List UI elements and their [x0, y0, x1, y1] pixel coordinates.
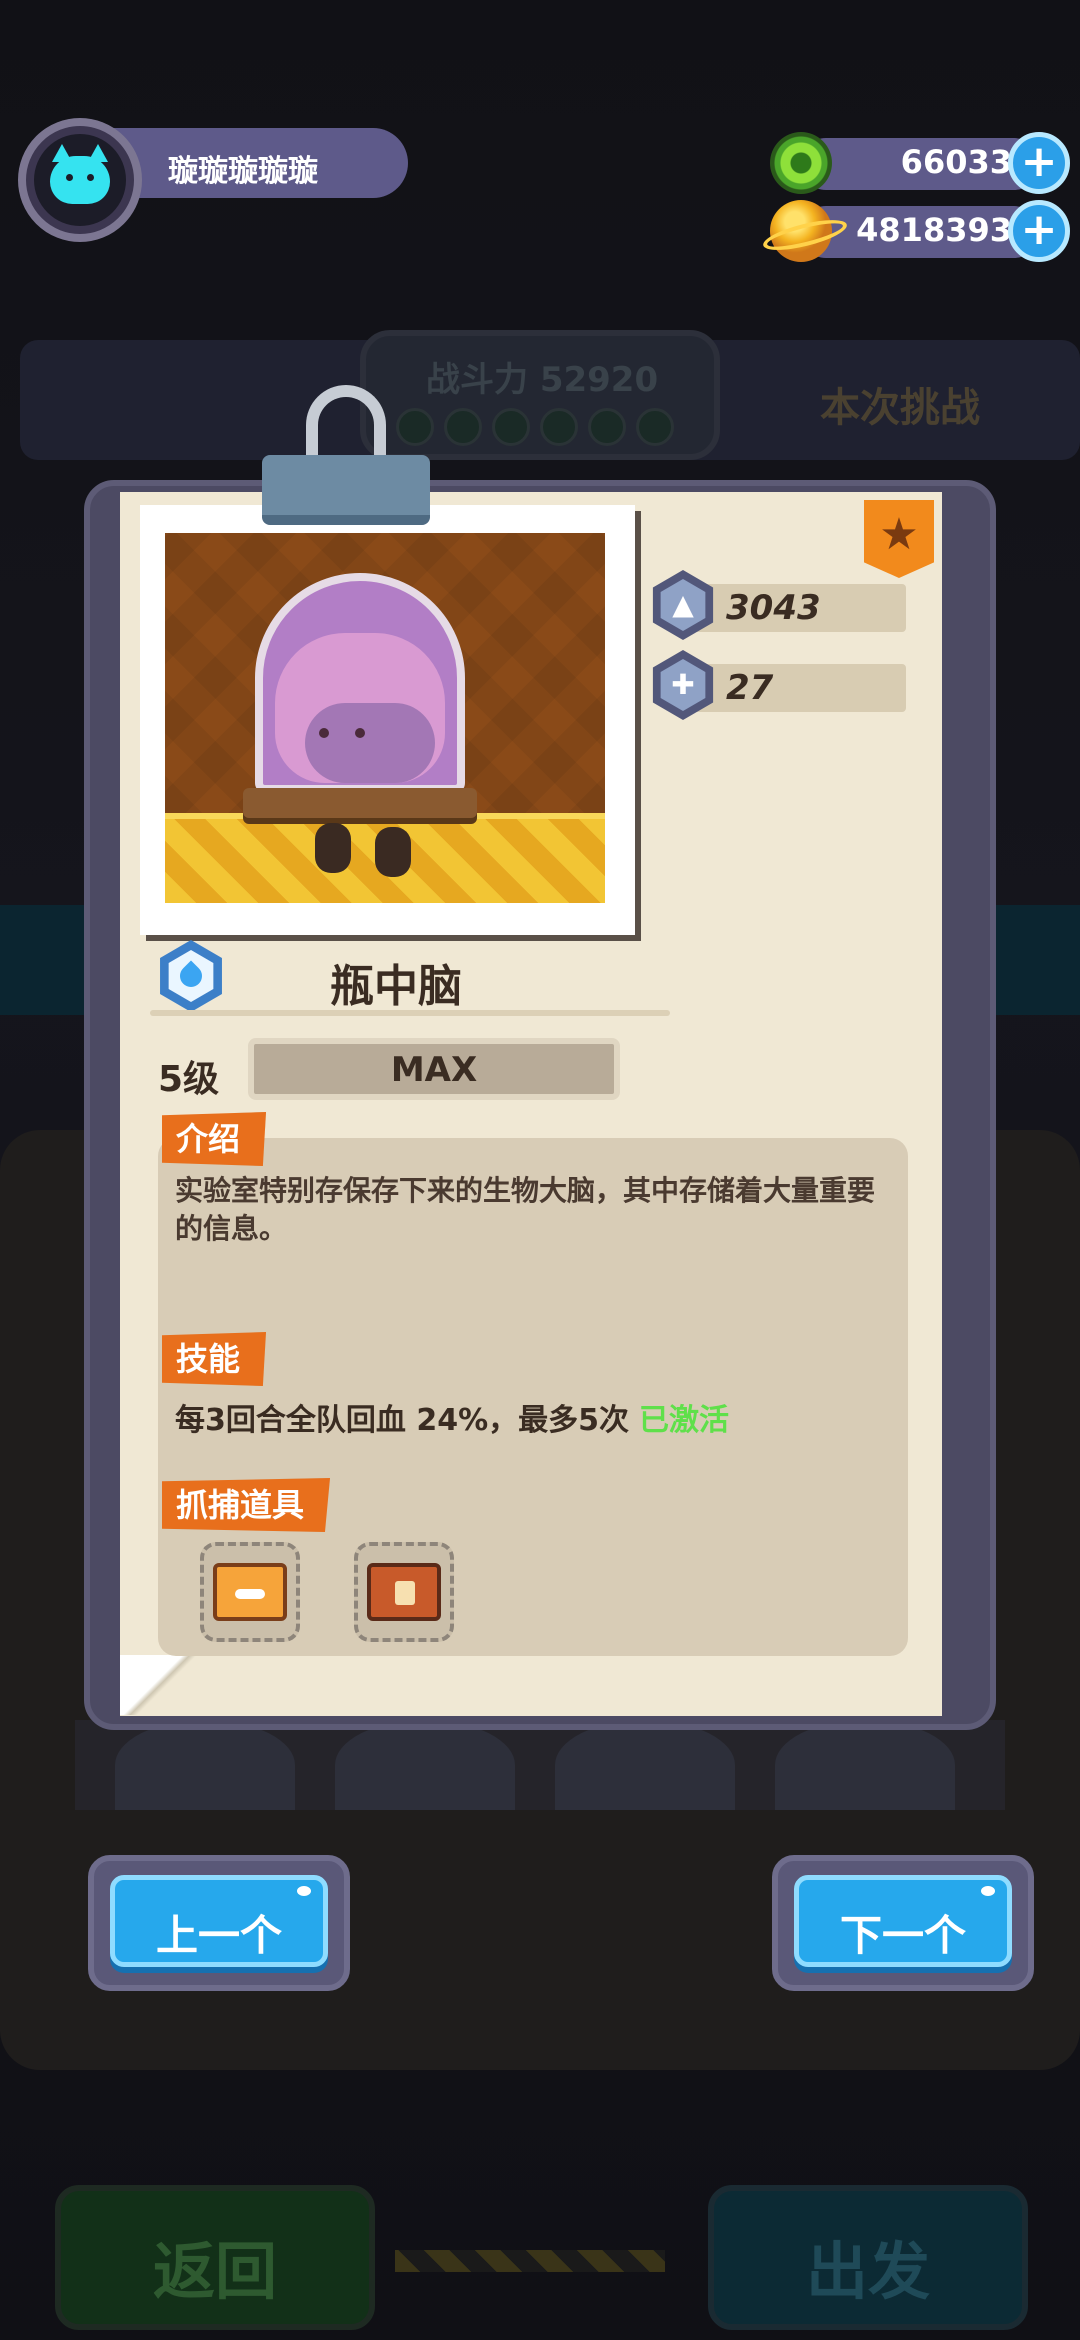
add-gear-button[interactable]: +: [1008, 132, 1070, 194]
cat-avatar-icon: [50, 144, 110, 204]
monster-strip: [75, 1720, 1005, 1810]
level-progress-bar: MAX: [248, 1038, 620, 1100]
planet-currency: 4818393 +: [770, 200, 1070, 262]
level-label: 5级: [158, 1059, 220, 1100]
red-crate-icon: [367, 1563, 441, 1621]
gear-currency: 66033 +: [770, 132, 1070, 194]
hazard-stripe: [395, 2250, 665, 2272]
skill-status: 已激活: [639, 1403, 729, 1438]
jar-base: [243, 788, 477, 818]
gear-currency-value: 66033: [900, 143, 1012, 181]
player-name: 璇璇璇璇璇: [168, 154, 318, 189]
defense-stat: ✚ 27: [648, 650, 906, 720]
intro-text: 实验室特别存保存下来的生物大脑，其中存储着大量重要的信息。: [175, 1174, 876, 1245]
capture-item-slot[interactable]: [200, 1542, 300, 1642]
capture-tag: 抓捕道具: [162, 1478, 331, 1532]
team-slots: [396, 408, 674, 446]
monster-name: 瓶中脑: [330, 961, 462, 1012]
challenge-label: 本次挑战: [820, 385, 980, 431]
next-button-label: 下一个: [839, 1911, 966, 1960]
monster-photo: [140, 505, 635, 935]
skill-description: 每3回合全队回血 24%，最多5次 已激活: [175, 1395, 729, 1439]
intro-tag: 介绍: [162, 1112, 267, 1166]
previous-button[interactable]: 上一个: [88, 1855, 350, 1991]
favorite-star-icon[interactable]: ★: [864, 500, 934, 578]
previous-button-label: 上一个: [155, 1911, 282, 1960]
binder-clip-icon: [262, 385, 430, 535]
planet-currency-value: 4818393: [856, 211, 1012, 249]
planet-coin-icon: [770, 200, 832, 262]
player-profile[interactable]: 璇璇璇璇璇: [18, 118, 408, 242]
level-max-text: MAX: [390, 1050, 478, 1090]
orange-box-icon: [213, 1563, 287, 1621]
brain-in-jar-image: [165, 533, 605, 903]
capture-item-slot[interactable]: [354, 1542, 454, 1642]
avatar[interactable]: [18, 118, 142, 242]
back-button[interactable]: 返回: [55, 2185, 375, 2330]
skill-tag: 技能: [162, 1332, 267, 1386]
defense-value: 27: [726, 668, 774, 708]
skill-text: 每3回合全队回血 24%，最多5次: [175, 1403, 629, 1438]
depart-button[interactable]: 出发: [708, 2185, 1028, 2330]
name-underline: [150, 1010, 670, 1016]
add-planet-button[interactable]: +: [1008, 200, 1070, 262]
next-button[interactable]: 下一个: [772, 1855, 1034, 1991]
attack-value: 3043: [726, 588, 821, 628]
combat-power-text: 战斗力 52920: [426, 360, 659, 400]
paper-curl: [120, 1655, 200, 1715]
gear-coin-icon: [770, 132, 832, 194]
brain-icon: [275, 633, 445, 783]
attack-stat: ▲ 3043: [648, 570, 906, 640]
